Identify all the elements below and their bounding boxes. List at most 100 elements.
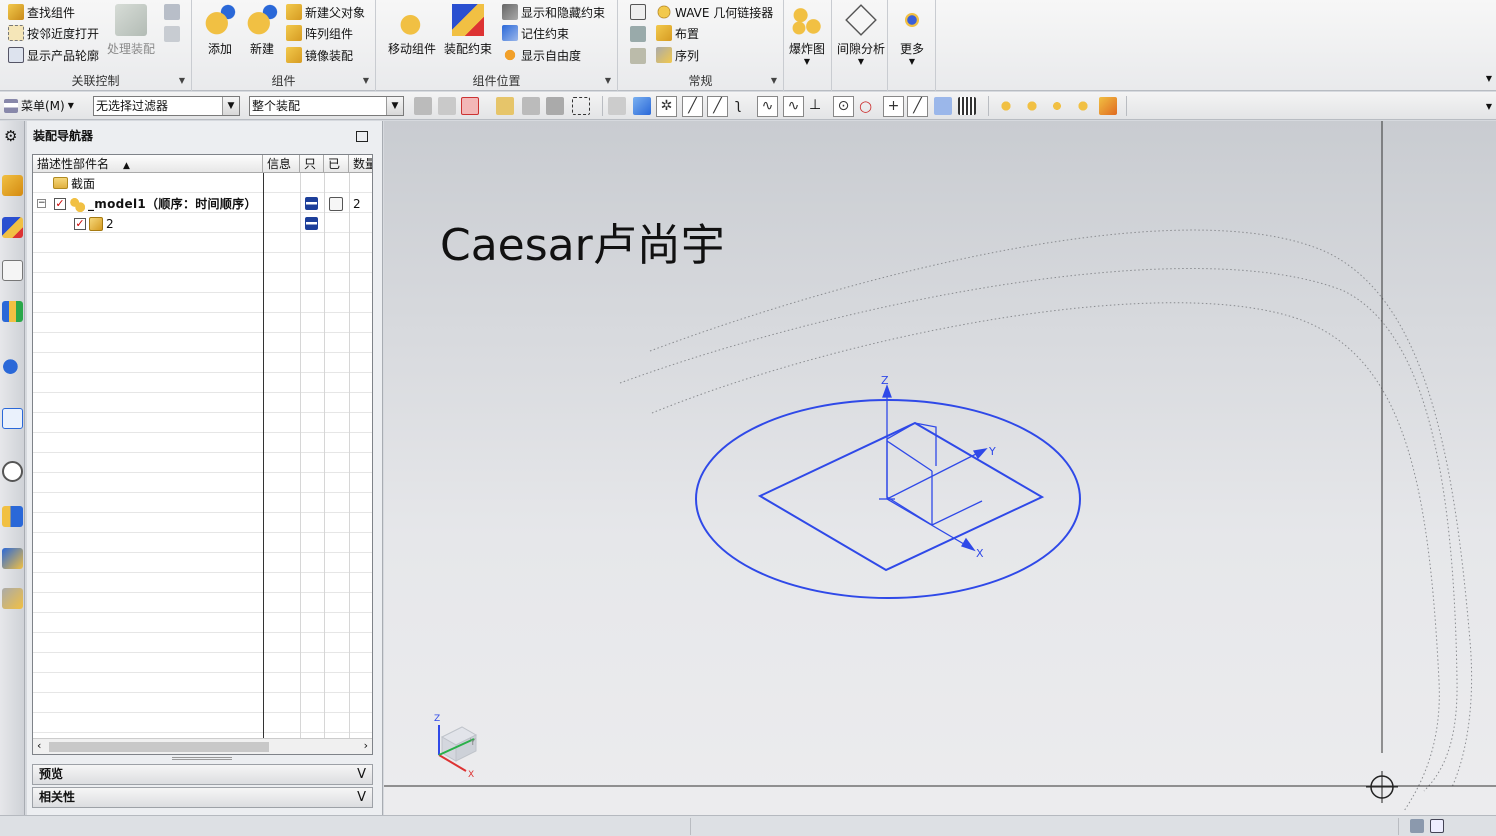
preview-panel[interactable]: 预览 V bbox=[32, 764, 373, 785]
intersect-icon[interactable]: ⊥ bbox=[809, 97, 827, 115]
rect-select-icon[interactable] bbox=[572, 97, 590, 115]
part-family-icon[interactable] bbox=[630, 48, 646, 64]
snap-icon[interactable] bbox=[522, 97, 540, 115]
history-icon[interactable] bbox=[2, 461, 23, 482]
roles-icon[interactable] bbox=[2, 588, 23, 609]
link-icon[interactable] bbox=[164, 4, 180, 20]
new-component-button[interactable]: 新建 bbox=[246, 4, 278, 57]
visibility-checkbox[interactable]: ✓ bbox=[54, 198, 66, 210]
mid-point-icon[interactable]: ∿ bbox=[757, 96, 778, 117]
assembly-navigator-icon[interactable] bbox=[2, 175, 23, 196]
remember-constraint-button[interactable]: 记住约束 bbox=[502, 23, 569, 43]
splitter-handle[interactable] bbox=[172, 757, 232, 760]
line-icon[interactable]: ╱ bbox=[682, 96, 703, 117]
dependency-panel[interactable]: 相关性 V bbox=[32, 787, 373, 808]
move-component-button[interactable]: 移动组件 bbox=[388, 4, 436, 57]
unlink-icon[interactable] bbox=[164, 26, 180, 42]
select-filter-icon[interactable] bbox=[414, 97, 432, 115]
reference-set-icon[interactable] bbox=[1099, 97, 1117, 115]
hd3d-tools-icon[interactable] bbox=[2, 354, 23, 375]
process-studio-icon[interactable] bbox=[2, 548, 23, 569]
wcs-origin-icon[interactable] bbox=[1366, 771, 1398, 803]
scroll-left-icon[interactable]: ‹ bbox=[37, 739, 41, 752]
reuse-library-icon[interactable] bbox=[2, 301, 23, 322]
add-component-button[interactable]: 添加 bbox=[204, 4, 236, 57]
chevron-down-icon: V bbox=[357, 767, 366, 782]
assembly-select-icon[interactable] bbox=[1023, 97, 1041, 115]
maximize-icon[interactable] bbox=[356, 131, 368, 142]
expand-icon[interactable]: ▼ bbox=[605, 76, 611, 85]
pick-icon[interactable] bbox=[438, 97, 456, 115]
arc-center-icon[interactable]: ⊙ bbox=[833, 96, 854, 117]
system-materials-icon[interactable] bbox=[2, 506, 23, 527]
show-product-outline-button[interactable]: 显示产品轮廓 bbox=[8, 45, 99, 65]
column-header-info[interactable]: 信息 bbox=[263, 155, 300, 173]
find-component-button[interactable]: 查找组件 bbox=[8, 2, 75, 22]
lasso-icon[interactable] bbox=[546, 97, 564, 115]
horizontal-scrollbar[interactable]: ‹ › bbox=[33, 738, 372, 754]
scroll-right-icon[interactable]: › bbox=[364, 739, 368, 752]
spline-icon[interactable]: ∿ bbox=[783, 96, 804, 117]
group-component-position: 移动组件 装配约束 显示和隐藏约束 记住约束 显示自由度 组件位置 ▼ bbox=[376, 0, 618, 91]
part-navigator-icon[interactable] bbox=[2, 260, 23, 281]
tree-row-model1[interactable]: − ✓ _model1（顺序：时间顺序） 2 bbox=[33, 194, 372, 214]
process-assembly-button[interactable]: 处理装配 bbox=[107, 4, 155, 57]
layout-button[interactable]: 布置 bbox=[656, 23, 699, 43]
menu-button[interactable]: 菜单(M) ▼ bbox=[4, 97, 74, 114]
graphics-window[interactable]: Caesar卢尚宇 Z Y X Z X Y bbox=[384, 121, 1496, 815]
snap-points-icon[interactable]: ✲ bbox=[656, 96, 677, 117]
open-by-proximity-button[interactable]: 按邻近度打开 bbox=[8, 23, 99, 43]
face-icon[interactable] bbox=[934, 97, 952, 115]
mirror-icon bbox=[286, 47, 302, 63]
circle-icon[interactable]: ○ bbox=[859, 97, 877, 115]
assembly-constraint-button[interactable]: 装配约束 bbox=[444, 4, 492, 57]
show-hide-constraint-button[interactable]: 显示和隐藏约束 bbox=[502, 2, 605, 22]
section-plane[interactable] bbox=[757, 421, 1045, 572]
feature-select-icon[interactable] bbox=[461, 97, 479, 115]
new-parent-button[interactable]: 新建父对象 bbox=[286, 2, 365, 22]
column-header-modified[interactable]: 已 bbox=[324, 155, 349, 173]
end-point-icon[interactable]: ╱ bbox=[707, 96, 728, 117]
array-component-button[interactable]: 阵列组件 bbox=[286, 23, 353, 43]
column-header-name[interactable]: 描述性部件名 ▲ bbox=[33, 155, 263, 173]
column-header-quantity[interactable]: 数量 bbox=[349, 155, 372, 173]
toolbar-expand-icon[interactable]: ▼ bbox=[1486, 102, 1492, 111]
view-status-icon[interactable] bbox=[1410, 819, 1424, 833]
wave-select-icon[interactable] bbox=[1074, 97, 1092, 115]
scope-select[interactable]: 整个装配 ▼ bbox=[249, 96, 404, 116]
constraint-navigator-icon[interactable] bbox=[2, 217, 23, 238]
grid-icon[interactable] bbox=[958, 97, 976, 115]
expand-icon[interactable]: ▼ bbox=[363, 76, 369, 85]
exploded-view-button[interactable]: 爆炸图 ▼ bbox=[789, 4, 825, 66]
tree-row-section[interactable]: 截面 bbox=[33, 174, 372, 194]
collapse-icon[interactable]: − bbox=[37, 199, 46, 208]
ribbon-expand-icon[interactable]: ▼ bbox=[1486, 74, 1492, 83]
gear-icon[interactable]: ⚙ bbox=[4, 127, 17, 145]
visibility-checkbox[interactable]: ✓ bbox=[74, 218, 86, 230]
web-browser-icon[interactable] bbox=[2, 408, 23, 429]
sequence-button[interactable]: 序列 bbox=[656, 45, 699, 65]
weld-icon[interactable] bbox=[630, 26, 646, 42]
curve-icon[interactable]: ʅ bbox=[735, 97, 753, 115]
more-button[interactable]: 更多 ▼ bbox=[896, 4, 928, 66]
component-select-icon[interactable] bbox=[997, 97, 1015, 115]
datum-csys[interactable] bbox=[879, 384, 988, 552]
mirror-assembly-button[interactable]: 镜像装配 bbox=[286, 45, 353, 65]
window-status-icon[interactable] bbox=[1430, 819, 1444, 833]
eraser-icon[interactable] bbox=[608, 97, 626, 115]
expand-icon[interactable]: ▼ bbox=[771, 76, 777, 85]
point-icon[interactable]: + bbox=[883, 96, 904, 117]
solid-icon[interactable] bbox=[633, 97, 651, 115]
show-dof-button[interactable]: 显示自由度 bbox=[502, 45, 581, 65]
clearance-analysis-button[interactable]: 间隙分析 ▼ bbox=[837, 4, 885, 66]
scroll-thumb[interactable] bbox=[49, 742, 269, 752]
type-filter-select[interactable]: 无选择过滤器 ▼ bbox=[93, 96, 240, 116]
body-select-icon[interactable] bbox=[1048, 97, 1066, 115]
wave-linker-button[interactable]: WAVE 几何链接器 bbox=[656, 2, 773, 22]
on-curve-icon[interactable]: ╱ bbox=[907, 96, 928, 117]
column-header-readonly[interactable]: 只 bbox=[300, 155, 324, 173]
interface-icon[interactable] bbox=[630, 4, 646, 20]
tree-row-2[interactable]: ✓ 2 bbox=[33, 214, 372, 234]
expand-icon[interactable]: ▼ bbox=[179, 76, 185, 85]
general-select-icon[interactable] bbox=[496, 97, 514, 115]
